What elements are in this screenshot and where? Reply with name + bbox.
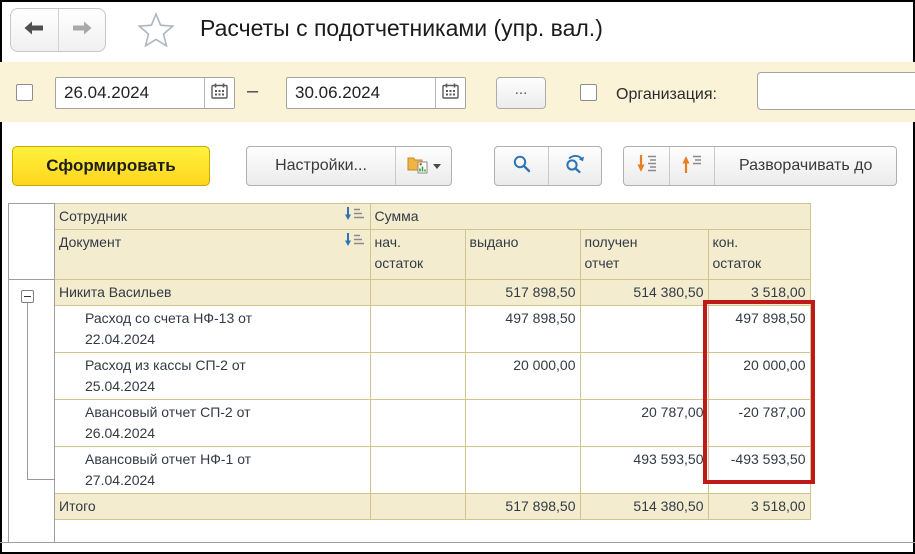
cell-employee[interactable]: Никита Васильев (55, 280, 370, 306)
header-end-balance: кон. остаток (708, 230, 810, 280)
date-from-input[interactable] (56, 78, 204, 108)
report-variants-button[interactable] (395, 147, 451, 185)
header-report-received: получен отчет (580, 230, 708, 280)
cell-issued[interactable] (465, 447, 580, 494)
cell-issued[interactable]: 497 898,50 (465, 306, 580, 353)
cell-issued[interactable]: 20 000,00 (465, 353, 580, 400)
cell-document[interactable]: Авансовый отчет СП-2 от 26.04.2024 (55, 400, 370, 447)
date-range-separator: – (247, 80, 258, 103)
cell-end-balance[interactable]: -493 593,50 (708, 447, 810, 494)
sort-icon[interactable] (344, 206, 366, 227)
folder-report-icon (407, 154, 429, 179)
header-begin-balance: нач. остаток (370, 230, 465, 280)
header-employee: Сотрудник (55, 204, 370, 230)
table-row-group: Никита Васильев 517 898,50 514 380,50 3 … (55, 280, 810, 306)
table-row: Авансовый отчет СП-2 от 26.04.2024 20 78… (55, 400, 810, 447)
table-row: Авансовый отчет НФ-1 от 27.04.2024 493 5… (55, 447, 810, 494)
cell-end-balance[interactable]: 3 518,00 (708, 494, 810, 520)
cell-begin-balance[interactable] (370, 400, 465, 447)
cell-begin-balance[interactable] (370, 280, 465, 306)
header-sum-group: Сумма (370, 204, 810, 230)
back-button[interactable] (11, 9, 58, 51)
collapse-all-icon (681, 154, 703, 179)
header-issued: выдано (465, 230, 580, 280)
cell-end-balance[interactable]: 20 000,00 (708, 353, 810, 400)
organization-input[interactable] (757, 72, 915, 110)
cell-report-received[interactable] (580, 353, 708, 400)
cell-issued[interactable]: 517 898,50 (465, 494, 580, 520)
cell-total-label[interactable]: Итого (55, 494, 370, 520)
report-table: Сотрудник Сумма Документ (55, 203, 811, 520)
forward-button[interactable] (58, 9, 106, 51)
gutter-divider (9, 279, 54, 280)
date-to-calendar-button[interactable] (435, 78, 465, 108)
cell-begin-balance[interactable] (370, 447, 465, 494)
cell-end-balance[interactable]: 3 518,00 (708, 280, 810, 306)
grouping-gutter (8, 203, 55, 543)
dropdown-caret-icon (433, 164, 441, 169)
cell-report-received[interactable]: 493 593,50 (580, 447, 708, 494)
table-header-row-2: Документ нач. остаток выдано получен отч… (55, 230, 810, 280)
cell-report-received[interactable]: 514 380,50 (580, 280, 708, 306)
filter-panel: – ... Организация: (0, 62, 915, 122)
cell-report-received[interactable] (580, 306, 708, 353)
table-row-total: Итого 517 898,50 514 380,50 3 518,00 (55, 494, 810, 520)
expand-all-icon (636, 154, 658, 179)
tree-line-corner (27, 479, 55, 480)
date-from-calendar-button[interactable] (204, 78, 234, 108)
favorite-star-icon[interactable] (137, 12, 175, 50)
expand-all-button[interactable] (624, 147, 669, 185)
cell-issued[interactable]: 517 898,50 (465, 280, 580, 306)
history-nav (10, 8, 106, 52)
date-from-field (55, 77, 235, 109)
date-to-input[interactable] (287, 78, 435, 108)
table-row: Расход со счета НФ-13 от 22.04.2024 497 … (55, 306, 810, 353)
sort-icon[interactable] (344, 232, 366, 253)
search-next-button[interactable] (548, 147, 601, 185)
calendar-icon (211, 83, 228, 104)
settings-group: Настройки... (246, 146, 452, 186)
organization-checkbox[interactable] (580, 84, 597, 101)
cell-issued[interactable] (465, 400, 580, 447)
table-row: Расход из кассы СП-2 от 25.04.2024 20 00… (55, 353, 810, 400)
header-document: Документ (55, 230, 370, 280)
page-title: Расчеты с подотчетниками (упр. вал.) (200, 15, 603, 42)
collapse-group-button[interactable] (21, 290, 34, 303)
search-icon (512, 154, 532, 179)
cell-begin-balance[interactable] (370, 353, 465, 400)
generate-button[interactable]: Сформировать (12, 146, 210, 186)
tree-line-vertical (27, 303, 28, 479)
collapse-all-button[interactable] (669, 147, 714, 185)
period-more-button[interactable]: ... (496, 77, 546, 109)
search-button[interactable] (495, 147, 548, 185)
cell-begin-balance[interactable] (370, 306, 465, 353)
cell-document[interactable]: Расход из кассы СП-2 от 25.04.2024 (55, 353, 370, 400)
cell-report-received[interactable]: 514 380,50 (580, 494, 708, 520)
cell-document[interactable]: Авансовый отчет НФ-1 от 27.04.2024 (55, 447, 370, 494)
expand-group: Разворачивать до (623, 146, 897, 186)
cell-end-balance[interactable]: -20 787,00 (708, 400, 810, 447)
arrow-left-icon (22, 19, 46, 42)
expand-to-button[interactable]: Разворачивать до (714, 147, 896, 185)
date-to-field (286, 77, 466, 109)
settings-button[interactable]: Настройки... (247, 147, 395, 185)
period-checkbox[interactable] (16, 84, 33, 101)
organization-label: Организация: (616, 86, 717, 104)
report-window: Расчеты с подотчетниками (упр. вал.) – (0, 0, 915, 554)
search-next-icon (564, 154, 586, 179)
cell-document[interactable]: Расход со счета НФ-13 от 22.04.2024 (55, 306, 370, 353)
report-bottom-divider (0, 542, 915, 543)
search-group (494, 146, 602, 186)
cell-report-received[interactable]: 20 787,00 (580, 400, 708, 447)
cell-begin-balance[interactable] (370, 494, 465, 520)
table-header-row-1: Сотрудник Сумма (55, 204, 810, 230)
arrow-right-icon (70, 19, 94, 42)
cell-end-balance[interactable]: 497 898,50 (708, 306, 810, 353)
calendar-icon (442, 83, 459, 104)
